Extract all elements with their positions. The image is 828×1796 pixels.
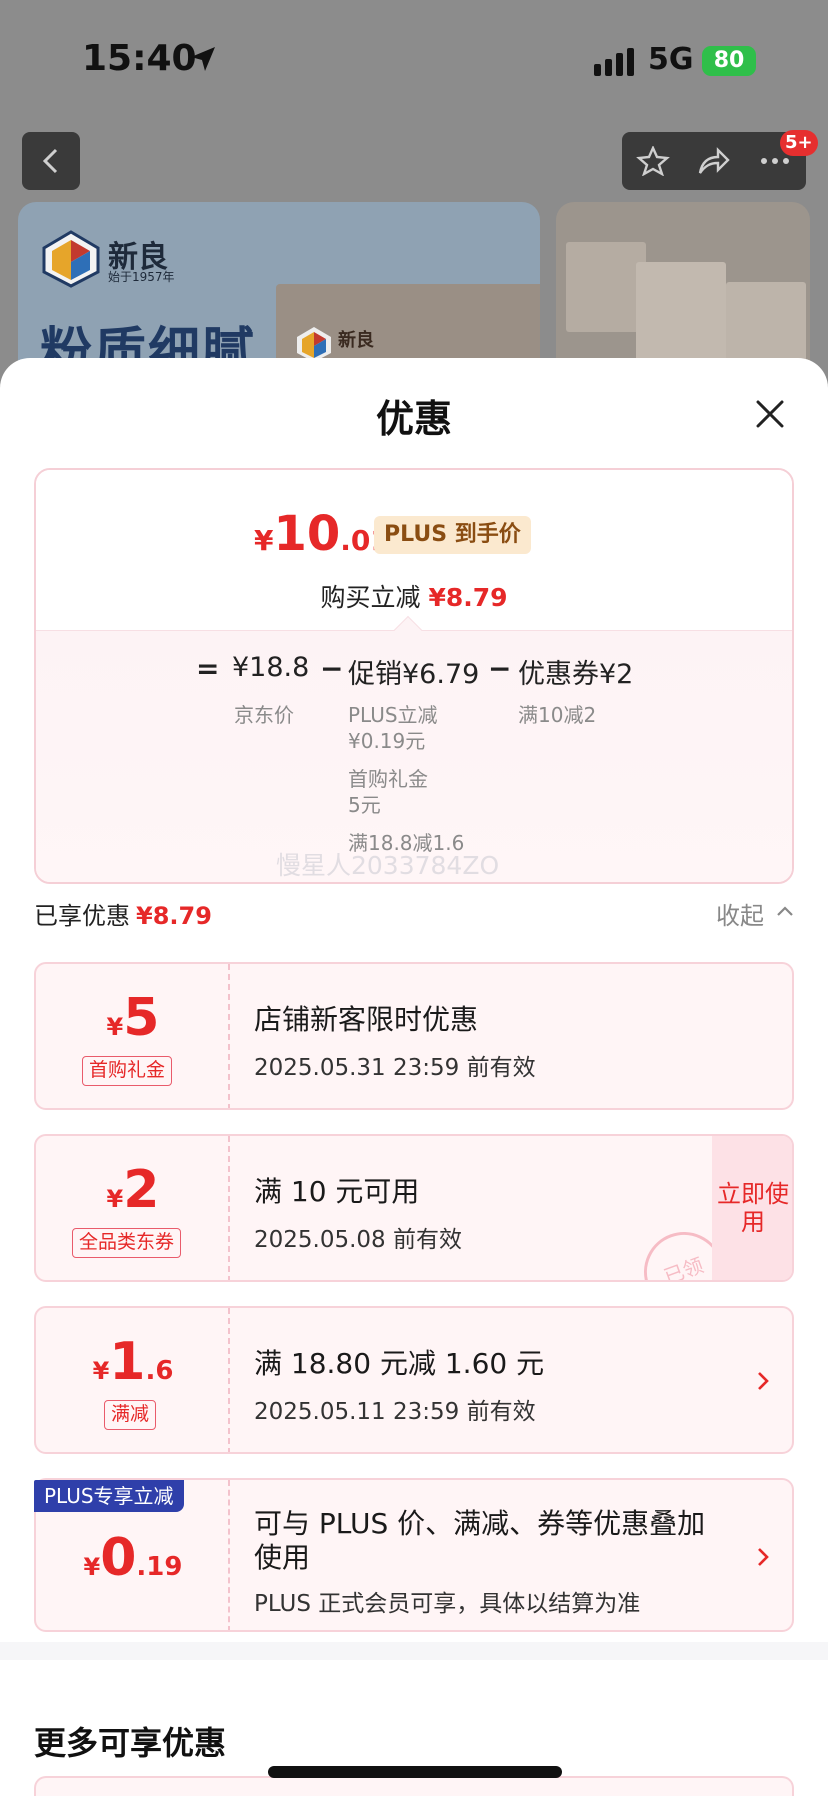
brand-logo	[42, 230, 100, 288]
coupon-card-partial[interactable]	[34, 1776, 794, 1796]
status-bar: 15:40 5G 80	[0, 0, 828, 110]
chevron-up-icon[interactable]	[776, 904, 794, 918]
price-integer: 10	[273, 506, 341, 562]
coupon-amount: 优惠券¥2	[518, 659, 634, 690]
collapse-button[interactable]: 收起	[716, 896, 764, 931]
box-brand-name: 新良	[338, 330, 374, 351]
sheet-title: 优惠	[375, 397, 452, 441]
coupon-card[interactable]: ¥2 全品类东券 满 10 元可用 2025.05.08 前有效 已领 立即使用	[34, 1134, 794, 1282]
final-price-section: ¥10.01 PLUS 到手价 购买立减 ¥8.79	[36, 470, 792, 630]
coupon-decimal: .6	[145, 1356, 174, 1386]
purchase-reduction: 购买立减 ¥8.79	[36, 578, 792, 614]
back-button[interactable]	[22, 132, 80, 190]
close-icon[interactable]	[750, 394, 790, 434]
promo-detail: PLUS立减	[348, 703, 438, 727]
coupon-type-tag: 首购礼金	[82, 1056, 173, 1086]
price-currency: ¥	[254, 524, 274, 557]
coupon-currency: ¥	[106, 1185, 124, 1213]
coupon-note: PLUS 正式会员可享，具体以结算为准	[254, 1591, 641, 1617]
discount-sheet: 优惠 ¥10.01 PLUS 到手价 购买立减 ¥8.79 = ¥18.8 − 促…	[0, 358, 828, 1796]
coupon-validity: 2025.05.11 23:59 前有效	[254, 1399, 536, 1425]
coupon-title: 满 18.80 元减 1.60 元	[254, 1347, 545, 1380]
formula-minus: −	[488, 652, 512, 685]
coupon-amount: ¥0.19	[36, 1528, 230, 1588]
final-price: ¥10.01	[254, 506, 390, 562]
more-discounts-title: 更多可享优惠	[34, 1724, 227, 1762]
home-indicator	[268, 1766, 562, 1778]
coupon-integer: 5	[123, 988, 160, 1048]
nav-actions-group	[622, 132, 806, 190]
coupon-validity: 2025.05.31 23:59 前有效	[254, 1055, 536, 1081]
signal-icon	[594, 48, 634, 76]
promo-detail: 5元	[348, 793, 381, 817]
coupon-title-cont: 使用	[254, 1541, 311, 1574]
coupon-validity: 2025.05.08 前有效	[254, 1227, 462, 1253]
coupon-title: 可与 PLUS 价、满减、券等优惠叠加	[254, 1507, 706, 1540]
coupon-type-tag: 全品类东券	[72, 1228, 182, 1258]
enjoyed-label: 已享优惠	[34, 902, 130, 930]
coupon-currency: ¥	[106, 1013, 124, 1041]
coupon-value-area: ¥2 全品类东券	[36, 1136, 230, 1280]
jd-price: ¥18.8	[232, 652, 310, 683]
coupon-integer: 0	[100, 1528, 137, 1588]
formula-equals: =	[196, 652, 220, 685]
chevron-left-icon	[42, 148, 58, 174]
coupon-integer: 2	[123, 1160, 160, 1220]
star-icon[interactable]	[636, 146, 670, 176]
reduction-amount: ¥8.79	[428, 583, 508, 612]
brand-tagline: 始于1957年	[108, 270, 175, 284]
user-watermark: 慢星人2033784ZO	[276, 851, 500, 880]
enjoyed-amount: ¥8.79	[136, 902, 212, 930]
coupon-amount: ¥2	[36, 1160, 230, 1220]
reduction-label: 购买立减	[320, 583, 421, 612]
coupon-card[interactable]: ¥1.6 满减 满 18.80 元减 1.60 元 2025.05.11 23:…	[34, 1306, 794, 1454]
battery-indicator: 80	[702, 46, 756, 76]
coupon-currency: ¥	[83, 1553, 101, 1581]
chevron-right-icon[interactable]	[756, 1546, 770, 1568]
coupon-card[interactable]: ¥5 首购礼金 店铺新客限时优惠 2025.05.31 23:59 前有效	[34, 962, 794, 1110]
price-breakdown-card: ¥10.01 PLUS 到手价 购买立减 ¥8.79 = ¥18.8 − 促销¥6…	[34, 468, 794, 884]
coupon-decimal: .19	[136, 1552, 183, 1582]
status-time: 15:40	[82, 38, 197, 79]
background-product-page: 15:40 5G 80 5+ 新良 始于1957年 粉质细腻 新良	[0, 0, 828, 400]
promo-detail: 首购礼金	[348, 767, 428, 791]
coupon-integer: 1	[109, 1332, 146, 1392]
jd-price-label: 京东价	[234, 703, 294, 727]
network-label: 5G	[648, 42, 694, 77]
coupon-value-area: ¥5 首购礼金	[36, 964, 230, 1108]
section-divider	[0, 1642, 828, 1660]
coupon-type-tag: 满减	[104, 1400, 157, 1430]
formula-minus: −	[320, 652, 344, 685]
coupon-value-area: ¥1.6 满减	[36, 1308, 230, 1452]
location-arrow-icon	[191, 47, 215, 71]
coupon-title: 满 10 元可用	[254, 1175, 420, 1208]
coupon-detail: 满10减2	[518, 703, 597, 727]
plus-price-tag: PLUS 到手价	[374, 516, 531, 554]
promo-amount: 促销¥6.79	[348, 659, 480, 690]
coupon-title: 店铺新客限时优惠	[254, 1003, 479, 1036]
share-icon[interactable]	[696, 146, 730, 176]
coupon-currency: ¥	[92, 1357, 110, 1385]
plus-exclusive-badge: PLUS专享立减	[34, 1480, 184, 1512]
coupon-amount: ¥5	[36, 988, 230, 1048]
promo-detail: ¥0.19元	[348, 729, 426, 753]
coupon-amount: ¥1.6	[36, 1332, 230, 1392]
message-count-badge: 5+	[780, 130, 818, 156]
enjoyed-discount: 已享优惠 ¥8.79	[34, 896, 212, 931]
use-now-button[interactable]: 立即使用	[712, 1136, 792, 1280]
chevron-right-icon[interactable]	[756, 1370, 770, 1392]
